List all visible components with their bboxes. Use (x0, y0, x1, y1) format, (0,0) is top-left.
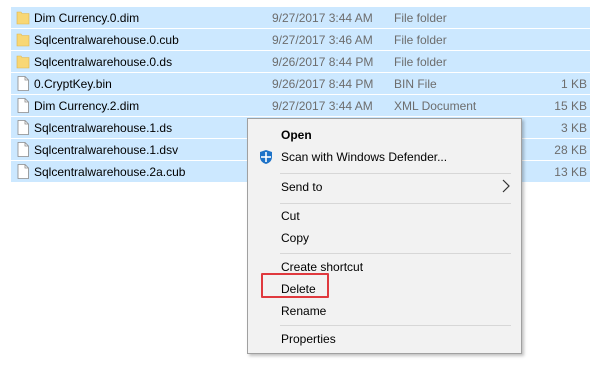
menu-separator (280, 325, 511, 326)
file-type: BIN File (394, 77, 437, 91)
delete-highlight-box (261, 273, 329, 298)
file-type: XML Document (394, 99, 477, 113)
menu-item-rename[interactable]: Rename (248, 300, 521, 322)
file-size: 13 KB (554, 165, 587, 179)
file-size: 15 KB (554, 99, 587, 113)
menu-item-label: Copy (281, 231, 310, 245)
menu-item-send-to[interactable]: Send to (248, 176, 521, 198)
menu-item-label: Properties (281, 332, 336, 346)
windows-defender-shield-icon (258, 149, 274, 165)
folder-icon (16, 32, 30, 47)
file-row[interactable]: Sqlcentralwarehouse.0.cub 9/27/2017 3:46 … (0, 29, 601, 50)
menu-item-label: Send to (281, 180, 323, 194)
file-date-modified: 9/27/2017 3:44 AM (272, 99, 373, 113)
menu-item-cut[interactable]: Cut (248, 205, 521, 227)
file-date-modified: 9/27/2017 3:46 AM (272, 33, 373, 47)
file-name: Dim Currency.0.dim (34, 11, 140, 25)
file-date-modified: 9/26/2017 8:44 PM (272, 77, 374, 91)
file-date-modified: 9/26/2017 8:44 PM (272, 55, 374, 69)
menu-item-open[interactable]: Open (248, 124, 521, 146)
menu-item-scan-defender[interactable]: Scan with Windows Defender... (248, 146, 521, 168)
file-size: 3 KB (560, 121, 587, 135)
context-menu: Open Scan with Windows Defender... Send … (247, 118, 522, 354)
file-icon (16, 120, 30, 135)
menu-item-label: Cut (281, 209, 300, 223)
file-name: Sqlcentralwarehouse.1.dsv (34, 143, 179, 157)
file-name: Sqlcentralwarehouse.1.ds (34, 121, 173, 135)
file-name: Sqlcentralwarehouse.0.ds (34, 55, 173, 69)
file-type: File folder (394, 33, 447, 47)
menu-item-label: Scan with Windows Defender... (281, 150, 448, 164)
file-size: 28 KB (554, 143, 587, 157)
menu-item-properties[interactable]: Properties (248, 328, 521, 350)
file-row[interactable]: Sqlcentralwarehouse.0.ds 9/26/2017 8:44 P… (0, 51, 601, 72)
menu-separator (280, 173, 511, 174)
file-name: 0.CryptKey.bin (34, 77, 112, 91)
file-icon (16, 76, 30, 91)
menu-item-label: Create shortcut (281, 260, 364, 274)
file-icon (16, 142, 30, 157)
folder-icon (16, 54, 30, 69)
menu-separator (280, 253, 511, 254)
file-explorer: Dim Currency.0.dim 9/27/2017 3:44 AM File … (0, 0, 601, 365)
file-type: File folder (394, 55, 447, 69)
file-row[interactable]: 0.CryptKey.bin 9/26/2017 8:44 PM BIN File 1… (0, 73, 601, 94)
file-row[interactable]: Dim Currency.0.dim 9/27/2017 3:44 AM File … (0, 7, 601, 28)
file-name: Sqlcentralwarehouse.2a.cub (34, 165, 186, 179)
chevron-right-icon (501, 179, 511, 193)
file-type: File folder (394, 11, 447, 25)
file-row[interactable]: Dim Currency.2.dim 9/27/2017 3:44 AM XML D… (0, 95, 601, 116)
menu-item-label: Open (281, 128, 312, 142)
file-size: 1 KB (560, 77, 587, 91)
file-name: Sqlcentralwarehouse.0.cub (34, 33, 179, 47)
file-date-modified: 9/27/2017 3:44 AM (272, 11, 373, 25)
file-icon (16, 98, 30, 113)
menu-item-label: Rename (281, 304, 327, 318)
file-name: Dim Currency.2.dim (34, 99, 140, 113)
menu-item-copy[interactable]: Copy (248, 227, 521, 249)
file-icon (16, 164, 30, 179)
folder-icon (16, 10, 30, 25)
menu-separator (280, 203, 511, 204)
